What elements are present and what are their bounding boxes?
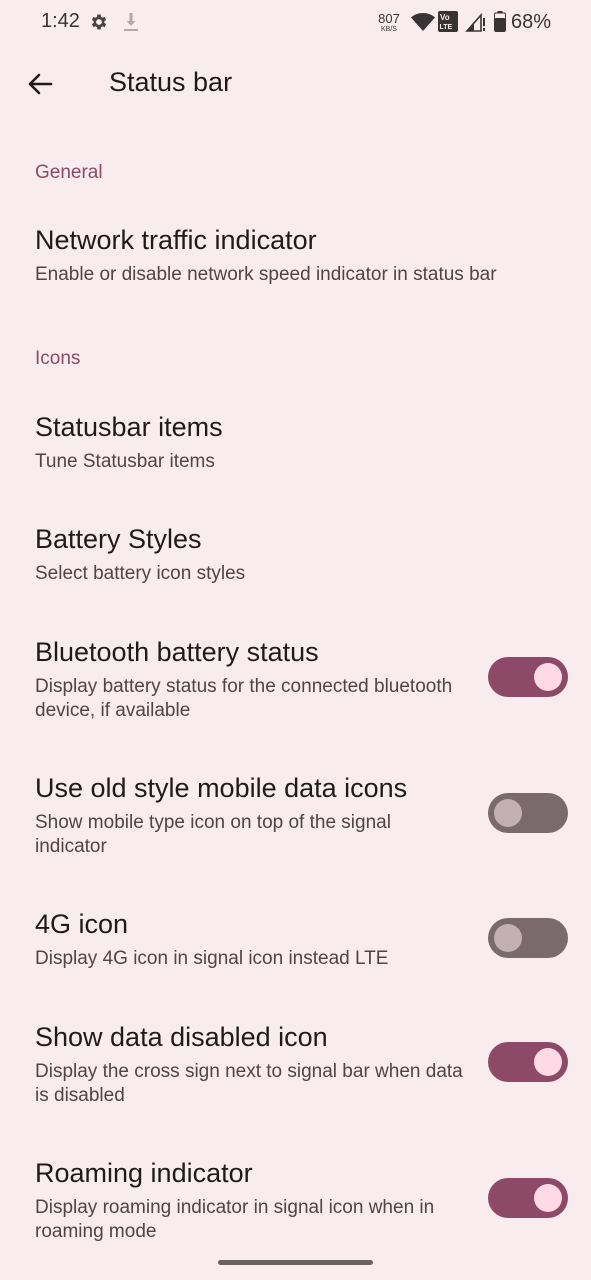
pref-summary: Display battery status for the connected… xyxy=(35,676,453,721)
volte-top-text: Vo xyxy=(440,13,450,22)
section-header-general: General xyxy=(35,162,103,183)
section-header-icons: Icons xyxy=(35,348,81,369)
volte-bottom-text: LTE xyxy=(440,24,453,31)
pref-title: 4G icon xyxy=(35,909,129,939)
pref-network-traffic-indicator[interactable]: Network traffic indicator Enable or disa… xyxy=(0,225,591,305)
pref-summary: Select battery icon styles xyxy=(35,563,246,584)
pref-summary: Display roaming indicator in signal icon… xyxy=(35,1197,435,1242)
signal-icon xyxy=(465,12,487,32)
battery-icon xyxy=(494,11,506,32)
pref-old-style-mobile-icons[interactable]: Use old style mobile data icons Show mob… xyxy=(0,773,591,863)
old-style-mobile-icons-switch[interactable] xyxy=(488,793,568,833)
clock: 1:42 xyxy=(41,10,80,32)
pref-battery-styles[interactable]: Battery Styles Select battery icon style… xyxy=(0,524,591,594)
gear-icon xyxy=(89,12,109,32)
pref-title: Battery Styles xyxy=(35,524,202,554)
pref-summary: Tune Statusbar items xyxy=(35,451,215,472)
pref-data-disabled-icon[interactable]: Show data disabled icon Display the cros… xyxy=(0,1022,591,1112)
network-speed-indicator: 807 KB/S xyxy=(376,12,402,33)
pref-statusbar-items[interactable]: Statusbar items Tune Statusbar items xyxy=(0,412,591,482)
pref-4g-icon[interactable]: 4G icon Display 4G icon in signal icon i… xyxy=(0,909,591,979)
pref-summary: Display 4G icon in signal icon instead L… xyxy=(35,948,389,969)
pref-title: Statusbar items xyxy=(35,412,223,442)
volte-icon: Vo LTE xyxy=(438,11,458,32)
page-title: Status bar xyxy=(109,67,233,97)
pref-title: Bluetooth battery status xyxy=(35,637,319,667)
system-status-bar: 1:42 807 KB/S Vo LTE 68% xyxy=(0,0,591,46)
4g-icon-switch[interactable] xyxy=(488,918,568,958)
data-disabled-icon-switch[interactable] xyxy=(488,1042,568,1082)
switch-thumb xyxy=(534,663,562,691)
net-speed-value: 807 xyxy=(378,11,400,26)
arrow-back-icon xyxy=(27,72,53,96)
switch-thumb xyxy=(534,1048,562,1076)
wifi-icon xyxy=(411,12,435,32)
pref-summary: Display the cross sign next to signal ba… xyxy=(35,1061,463,1106)
pref-title: Use old style mobile data icons xyxy=(35,773,408,803)
pref-title: Show data disabled icon xyxy=(35,1022,328,1052)
pref-roaming-indicator[interactable]: Roaming indicator Display roaming indica… xyxy=(0,1158,591,1248)
pref-bluetooth-battery-status[interactable]: Bluetooth battery status Display battery… xyxy=(0,637,591,727)
pref-title: Roaming indicator xyxy=(35,1158,253,1188)
switch-thumb xyxy=(494,924,522,952)
switch-thumb xyxy=(494,799,522,827)
pref-summary: Enable or disable network speed indicato… xyxy=(35,264,497,285)
pref-summary: Show mobile type icon on top of the sign… xyxy=(35,812,391,857)
pref-title: Network traffic indicator xyxy=(35,225,317,255)
net-speed-unit: KB/S xyxy=(381,26,397,33)
top-app-bar: Status bar xyxy=(0,46,591,122)
gesture-nav-handle[interactable] xyxy=(218,1260,373,1265)
roaming-indicator-switch[interactable] xyxy=(488,1178,568,1218)
download-icon xyxy=(122,12,140,32)
battery-percentage: 68% xyxy=(511,11,552,33)
back-button[interactable] xyxy=(22,66,58,102)
bluetooth-battery-switch[interactable] xyxy=(488,657,568,697)
switch-thumb xyxy=(534,1184,562,1212)
